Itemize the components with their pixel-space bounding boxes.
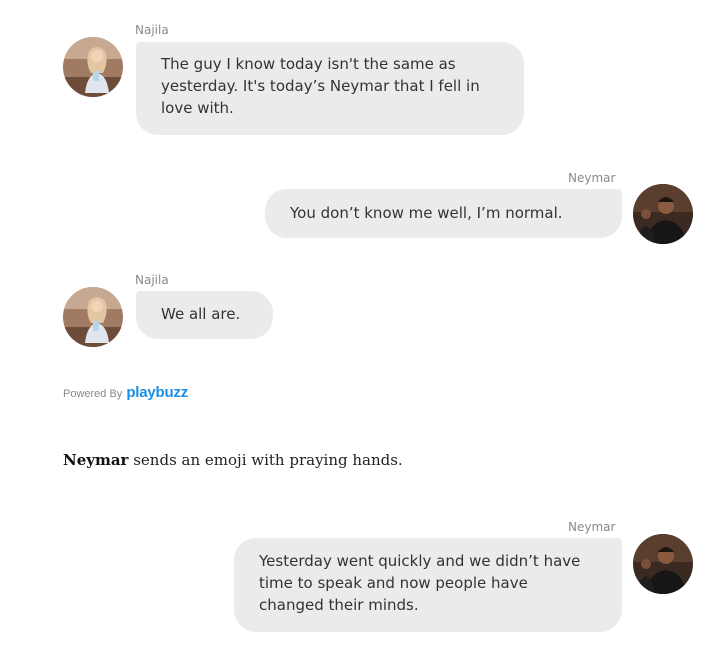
article-subject: Neymar bbox=[63, 451, 129, 469]
playbuzz-logo: playbuzz bbox=[126, 384, 189, 401]
message-bubble: The guy I know today isn't the same as y… bbox=[136, 42, 524, 135]
message-bubble: Yesterday went quickly and we didn’t hav… bbox=[234, 538, 622, 632]
sender-name: Neymar bbox=[568, 171, 616, 185]
sender-name: Najila bbox=[135, 23, 169, 37]
neymar-avatar bbox=[633, 534, 693, 594]
message-bubble: You don’t know me well, I’m normal. bbox=[265, 189, 622, 238]
sender-name: Neymar bbox=[568, 520, 616, 534]
message-bubble: We all are. bbox=[136, 291, 273, 339]
article-paragraph: Neymar sends an emoji with praying hands… bbox=[63, 451, 403, 469]
article-text: sends an emoji with praying hands. bbox=[128, 451, 403, 469]
neymar-avatar bbox=[633, 184, 693, 244]
najila-avatar bbox=[63, 37, 123, 97]
sender-name: Najila bbox=[135, 273, 169, 287]
powered-by-label: Powered By bbox=[63, 388, 123, 400]
powered-by-playbuzz-link[interactable]: Powered By playbuzz bbox=[63, 384, 188, 401]
najila-avatar bbox=[63, 287, 123, 347]
